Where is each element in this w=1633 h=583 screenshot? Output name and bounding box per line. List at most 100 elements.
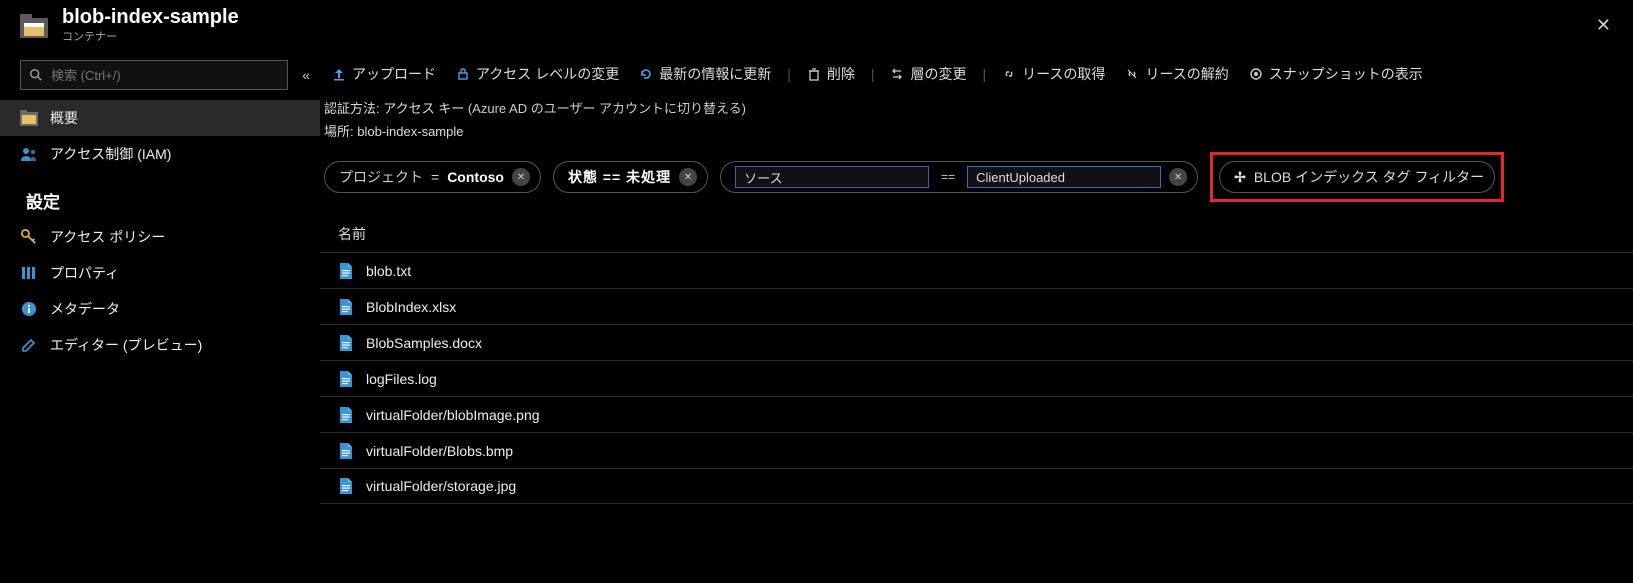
filter-key-input[interactable] bbox=[735, 166, 929, 188]
blade-subtitle: コンテナー bbox=[62, 28, 1588, 44]
sidebar-item-properties[interactable]: プロパティ bbox=[0, 255, 320, 291]
blade-header: blob-index-sample コンテナー ✕ bbox=[0, 0, 1633, 52]
auth-info: 認証方法: アクセス キー (Azure AD のユーザー アカウントに切り替え… bbox=[320, 96, 1633, 119]
filter-op: = bbox=[431, 169, 439, 185]
toolbar-label: 最新の情報に更新 bbox=[659, 64, 771, 84]
remove-filter-icon[interactable]: ✕ bbox=[512, 168, 530, 186]
filter-value-input[interactable] bbox=[967, 166, 1161, 188]
upload-button[interactable]: アップロード bbox=[324, 62, 444, 86]
location-info: 場所: blob-index-sample bbox=[320, 119, 1633, 142]
close-button[interactable]: ✕ bbox=[1588, 11, 1619, 40]
upload-icon bbox=[332, 67, 346, 81]
command-bar: アップロード アクセス レベルの変更 最新の情報に更新 | 削除 | 層の変更 … bbox=[320, 58, 1633, 96]
break-lease-button[interactable]: リースの解約 bbox=[1117, 62, 1236, 86]
file-list: blob.txt BlobIndex.xlsx BlobSamples.docx lo… bbox=[320, 252, 1633, 504]
sidebar: « 概要 アクセス制御 (IAM) 設定 アクセス ポリシー プロパテ bbox=[0, 52, 320, 583]
file-row[interactable]: BlobIndex.xlsx bbox=[320, 288, 1633, 324]
container-icon bbox=[20, 14, 48, 38]
file-name: virtualFolder/Blobs.bmp bbox=[366, 443, 513, 459]
toolbar-label: リースの取得 bbox=[1022, 64, 1105, 84]
sidebar-item-label: 概要 bbox=[50, 108, 78, 128]
file-row[interactable]: blob.txt bbox=[320, 252, 1633, 288]
toolbar-label: アクセス レベルの変更 bbox=[476, 64, 619, 84]
sidebar-item-editor[interactable]: エディター (プレビュー) bbox=[0, 327, 320, 363]
file-name: blob.txt bbox=[366, 263, 411, 279]
title-block: blob-index-sample コンテナー bbox=[62, 6, 1588, 44]
file-name: BlobIndex.xlsx bbox=[366, 299, 456, 315]
list-header-name: 名前 bbox=[320, 216, 1633, 252]
toolbar-label: 層の変更 bbox=[910, 64, 966, 84]
filter-pill-source[interactable]: == ✕ bbox=[720, 161, 1198, 193]
acquire-lease-button[interactable]: リースの取得 bbox=[994, 62, 1113, 86]
file-icon bbox=[338, 262, 354, 280]
key-icon bbox=[20, 228, 38, 246]
file-icon bbox=[338, 442, 354, 460]
lock-icon bbox=[456, 67, 470, 81]
filter-icon: ✢ bbox=[1234, 169, 1246, 186]
filter-text: 状態 == 未処理 bbox=[568, 167, 671, 187]
container-small-icon bbox=[20, 109, 38, 127]
unlink-icon bbox=[1125, 67, 1139, 81]
collapse-sidebar-button[interactable]: « bbox=[298, 63, 314, 87]
location-label: 場所: bbox=[324, 124, 354, 139]
show-snapshots-button[interactable]: スナップショットの表示 bbox=[1241, 62, 1431, 86]
sidebar-item-access-policy[interactable]: アクセス ポリシー bbox=[0, 219, 320, 255]
file-row[interactable]: virtualFolder/storage.jpg bbox=[320, 468, 1633, 504]
add-filter-button[interactable]: ✢ BLOB インデックス タグ フィルター bbox=[1219, 161, 1495, 193]
file-icon bbox=[338, 370, 354, 388]
settings-heading: 設定 bbox=[0, 172, 320, 219]
people-icon bbox=[20, 145, 38, 163]
file-row[interactable]: virtualFolder/blobImage.png bbox=[320, 396, 1633, 432]
separator: | bbox=[783, 66, 795, 82]
toolbar-label: アップロード bbox=[352, 64, 436, 84]
toolbar-label: スナップショットの表示 bbox=[1269, 64, 1423, 84]
toolbar-label: 削除 bbox=[827, 64, 855, 84]
refresh-icon bbox=[639, 67, 653, 81]
separator: | bbox=[867, 66, 879, 82]
blade-title: blob-index-sample bbox=[62, 6, 1588, 28]
file-name: logFiles.log bbox=[366, 371, 437, 387]
auth-switch-link[interactable]: (Azure AD のユーザー アカウントに切り替える) bbox=[468, 101, 746, 116]
toolbar-label: リースの解約 bbox=[1145, 64, 1228, 84]
change-access-button[interactable]: アクセス レベルの変更 bbox=[448, 62, 627, 86]
properties-icon bbox=[20, 264, 38, 282]
info-icon bbox=[20, 300, 38, 318]
change-tier-button[interactable]: 層の変更 bbox=[882, 62, 974, 86]
edit-icon bbox=[20, 336, 38, 354]
filter-value: Contoso bbox=[447, 169, 504, 185]
tier-icon bbox=[890, 67, 904, 81]
sidebar-item-overview[interactable]: 概要 bbox=[0, 100, 320, 136]
file-icon bbox=[338, 334, 354, 352]
file-icon bbox=[338, 477, 354, 495]
sidebar-item-metadata[interactable]: メタデータ bbox=[0, 291, 320, 327]
main-content: アップロード アクセス レベルの変更 最新の情報に更新 | 削除 | 層の変更 … bbox=[320, 52, 1633, 583]
search-input[interactable] bbox=[51, 68, 279, 83]
delete-button[interactable]: 削除 bbox=[799, 62, 863, 86]
snapshot-icon bbox=[1249, 67, 1263, 81]
file-name: virtualFolder/storage.jpg bbox=[366, 478, 516, 494]
search-icon bbox=[29, 68, 43, 82]
sidebar-item-label: アクセス制御 (IAM) bbox=[50, 144, 171, 164]
filter-op: == bbox=[937, 170, 959, 184]
trash-icon bbox=[807, 67, 821, 81]
file-row[interactable]: logFiles.log bbox=[320, 360, 1633, 396]
file-icon bbox=[338, 406, 354, 424]
file-row[interactable]: virtualFolder/Blobs.bmp bbox=[320, 432, 1633, 468]
remove-filter-icon[interactable]: ✕ bbox=[1169, 168, 1187, 186]
sidebar-item-label: プロパティ bbox=[50, 263, 119, 283]
refresh-button[interactable]: 最新の情報に更新 bbox=[631, 62, 779, 86]
file-row[interactable]: BlobSamples.docx bbox=[320, 324, 1633, 360]
sidebar-item-label: エディター (プレビュー) bbox=[50, 335, 202, 355]
link-icon bbox=[1002, 67, 1016, 81]
filter-pill-state[interactable]: 状態 == 未処理 ✕ bbox=[553, 161, 708, 193]
sidebar-item-iam[interactable]: アクセス制御 (IAM) bbox=[0, 136, 320, 172]
file-icon bbox=[338, 298, 354, 316]
location-value: blob-index-sample bbox=[357, 124, 463, 139]
sidebar-item-label: アクセス ポリシー bbox=[50, 227, 165, 247]
auth-label: 認証方法: bbox=[324, 101, 380, 116]
remove-filter-icon[interactable]: ✕ bbox=[679, 168, 697, 186]
filter-pill-project[interactable]: プロジェクト = Contoso ✕ bbox=[324, 161, 541, 193]
sidebar-item-label: メタデータ bbox=[50, 299, 120, 319]
filter-key: プロジェクト bbox=[339, 167, 423, 187]
search-input-wrapper[interactable] bbox=[20, 60, 288, 90]
